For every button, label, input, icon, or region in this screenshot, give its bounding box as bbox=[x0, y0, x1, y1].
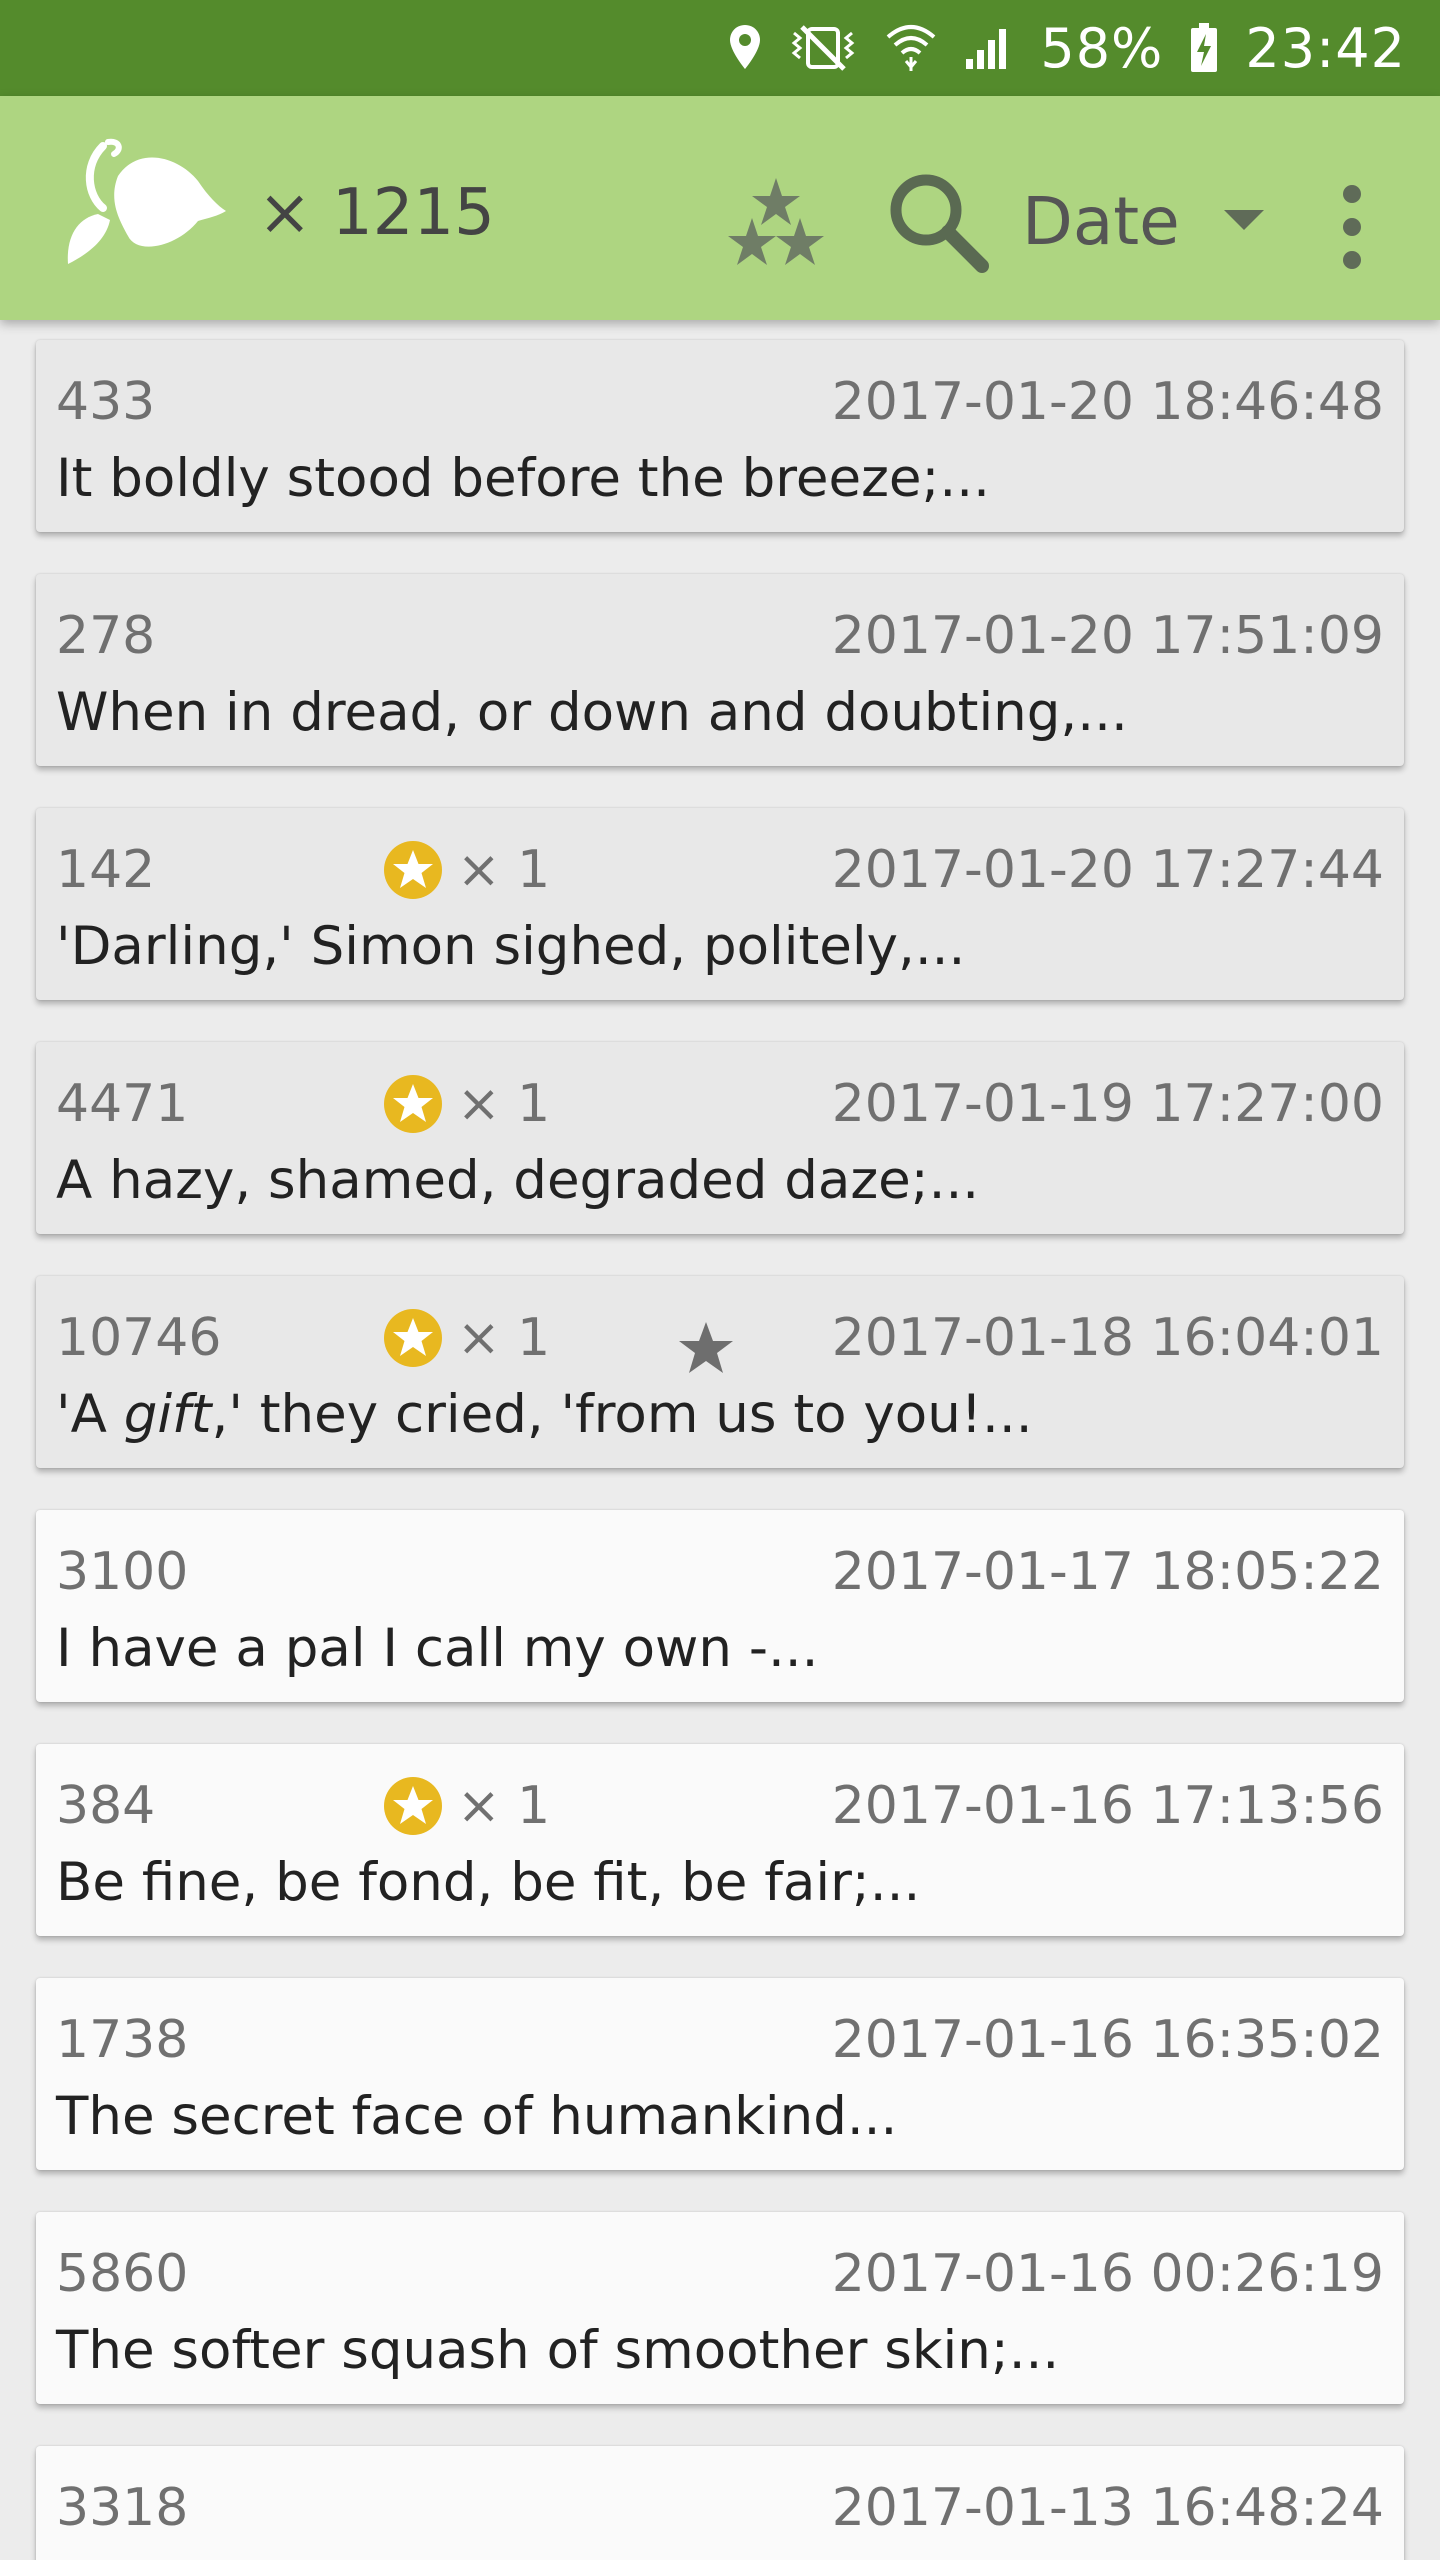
entry-date: 2017-01-16 00:26:19 bbox=[831, 2244, 1384, 2304]
entry-excerpt: 'Darling,' Simon sighed, politely,... bbox=[56, 916, 966, 977]
gold-star-badge-icon bbox=[384, 1309, 442, 1367]
entry-excerpt: 'A gift,' they cried, 'from us to you!..… bbox=[56, 1384, 1033, 1445]
gold-star-badge-icon bbox=[384, 1075, 442, 1133]
list-item[interactable]: 3100 2017-01-17 18:05:22 I have a pal I … bbox=[36, 1510, 1404, 1702]
award-count: × 1 bbox=[457, 1776, 551, 1836]
award-count: × 1 bbox=[457, 1308, 551, 1368]
entry-id: 278 bbox=[56, 606, 156, 666]
entry-date: 2017-01-16 16:35:02 bbox=[831, 2010, 1384, 2070]
clock: 23:42 bbox=[1245, 16, 1406, 80]
entry-excerpt: I have a pal I call my own -... bbox=[56, 1618, 819, 1679]
entry-date: 2017-01-19 17:27:00 bbox=[831, 1074, 1384, 1134]
location-icon bbox=[728, 23, 762, 73]
list-item[interactable]: 278 2017-01-20 17:51:09 When in dread, o… bbox=[36, 574, 1404, 766]
gold-star-badge-icon bbox=[384, 841, 442, 899]
list-item[interactable]: 3318 2017-01-13 16:48:24 bbox=[36, 2446, 1404, 2560]
list-item[interactable]: 384 × 1 2017-01-16 17:13:56 Be fine, be … bbox=[36, 1744, 1404, 1936]
excerpt-part: ,' they cried, 'from us to you!... bbox=[211, 1384, 1033, 1445]
star-icon bbox=[679, 1322, 733, 1373]
overflow-menu-button[interactable] bbox=[1328, 172, 1376, 282]
wifi-icon bbox=[884, 23, 938, 73]
total-count: × 1215 bbox=[258, 176, 495, 250]
entry-excerpt: It boldly stood before the breeze;... bbox=[56, 448, 990, 509]
status-bar: 58% 23:42 bbox=[0, 0, 1440, 96]
sort-dropdown[interactable]: Date bbox=[1022, 176, 1264, 266]
entry-id: 3318 bbox=[56, 2478, 189, 2538]
award-badge: × 1 bbox=[383, 1776, 550, 1836]
excerpt-part: 'A bbox=[56, 1384, 124, 1445]
award-badge: × 1 bbox=[383, 840, 550, 900]
entry-id: 384 bbox=[56, 1776, 156, 1836]
entry-id: 4471 bbox=[56, 1074, 189, 1134]
entry-id: 142 bbox=[56, 840, 156, 900]
entry-id: 3100 bbox=[56, 1542, 189, 1602]
list-item[interactable]: 433 2017-01-20 18:46:48 It boldly stood … bbox=[36, 340, 1404, 532]
three-stars-icon bbox=[728, 178, 824, 265]
entry-date: 2017-01-13 16:48:24 bbox=[831, 2478, 1384, 2538]
signal-icon bbox=[964, 25, 1014, 71]
award-badge: × 1 bbox=[383, 1074, 550, 1134]
entry-id: 10746 bbox=[56, 1308, 222, 1368]
entry-excerpt: A hazy, shamed, degraded daze;... bbox=[56, 1150, 980, 1211]
more-vert-icon bbox=[1343, 185, 1361, 269]
entry-date: 2017-01-16 17:13:56 bbox=[831, 1776, 1384, 1836]
list-item[interactable]: 4471 × 1 2017-01-19 17:27:00 A hazy, sha… bbox=[36, 1042, 1404, 1234]
search-icon bbox=[890, 174, 989, 273]
entry-date: 2017-01-20 17:51:09 bbox=[831, 606, 1384, 666]
gold-star-badge-icon bbox=[384, 1777, 442, 1835]
entry-date: 2017-01-18 16:04:01 bbox=[831, 1308, 1384, 1368]
entry-date: 2017-01-20 18:46:48 bbox=[831, 372, 1384, 432]
excerpt-emphasis: gift bbox=[123, 1384, 212, 1445]
list-item[interactable]: 10746 × 1 2017-01-18 16:04:01 'A gift,' … bbox=[36, 1276, 1404, 1468]
award-count: × 1 bbox=[457, 1074, 551, 1134]
list-item[interactable]: 1738 2017-01-16 16:35:02 The secret face… bbox=[36, 1978, 1404, 2170]
search-button[interactable] bbox=[884, 168, 990, 274]
entry-excerpt: The secret face of humankind... bbox=[56, 2086, 898, 2147]
awards-filter-button[interactable] bbox=[728, 176, 824, 266]
entry-excerpt: The softer squash of smoother skin;... bbox=[56, 2320, 1060, 2381]
entry-excerpt: Be fine, be fond, be fit, be fair;... bbox=[56, 1852, 921, 1913]
entry-date: 2017-01-17 18:05:22 bbox=[831, 1542, 1384, 1602]
vibrate-icon bbox=[788, 23, 858, 73]
list-item[interactable]: 5860 2017-01-16 00:26:19 The softer squa… bbox=[36, 2212, 1404, 2404]
heart-sprout-logo-icon bbox=[58, 136, 228, 276]
entry-id: 433 bbox=[56, 372, 156, 432]
entry-id: 5860 bbox=[56, 2244, 189, 2304]
battery-percent: 58% bbox=[1040, 16, 1164, 80]
battery-charging-icon bbox=[1189, 22, 1219, 74]
entry-excerpt: When in dread, or down and doubting,... bbox=[56, 682, 1128, 743]
sort-selected-value: Date bbox=[1022, 182, 1180, 260]
award-count: × 1 bbox=[457, 840, 551, 900]
triangle-down-icon bbox=[1223, 210, 1264, 230]
award-badge: × 1 bbox=[383, 1308, 550, 1368]
list-item[interactable]: 142 × 1 2017-01-20 17:27:44 'Darling,' S… bbox=[36, 808, 1404, 1000]
entry-id: 1738 bbox=[56, 2010, 189, 2070]
app-bar: × 1215 Date bbox=[0, 96, 1440, 320]
entry-date: 2017-01-20 17:27:44 bbox=[831, 840, 1384, 900]
